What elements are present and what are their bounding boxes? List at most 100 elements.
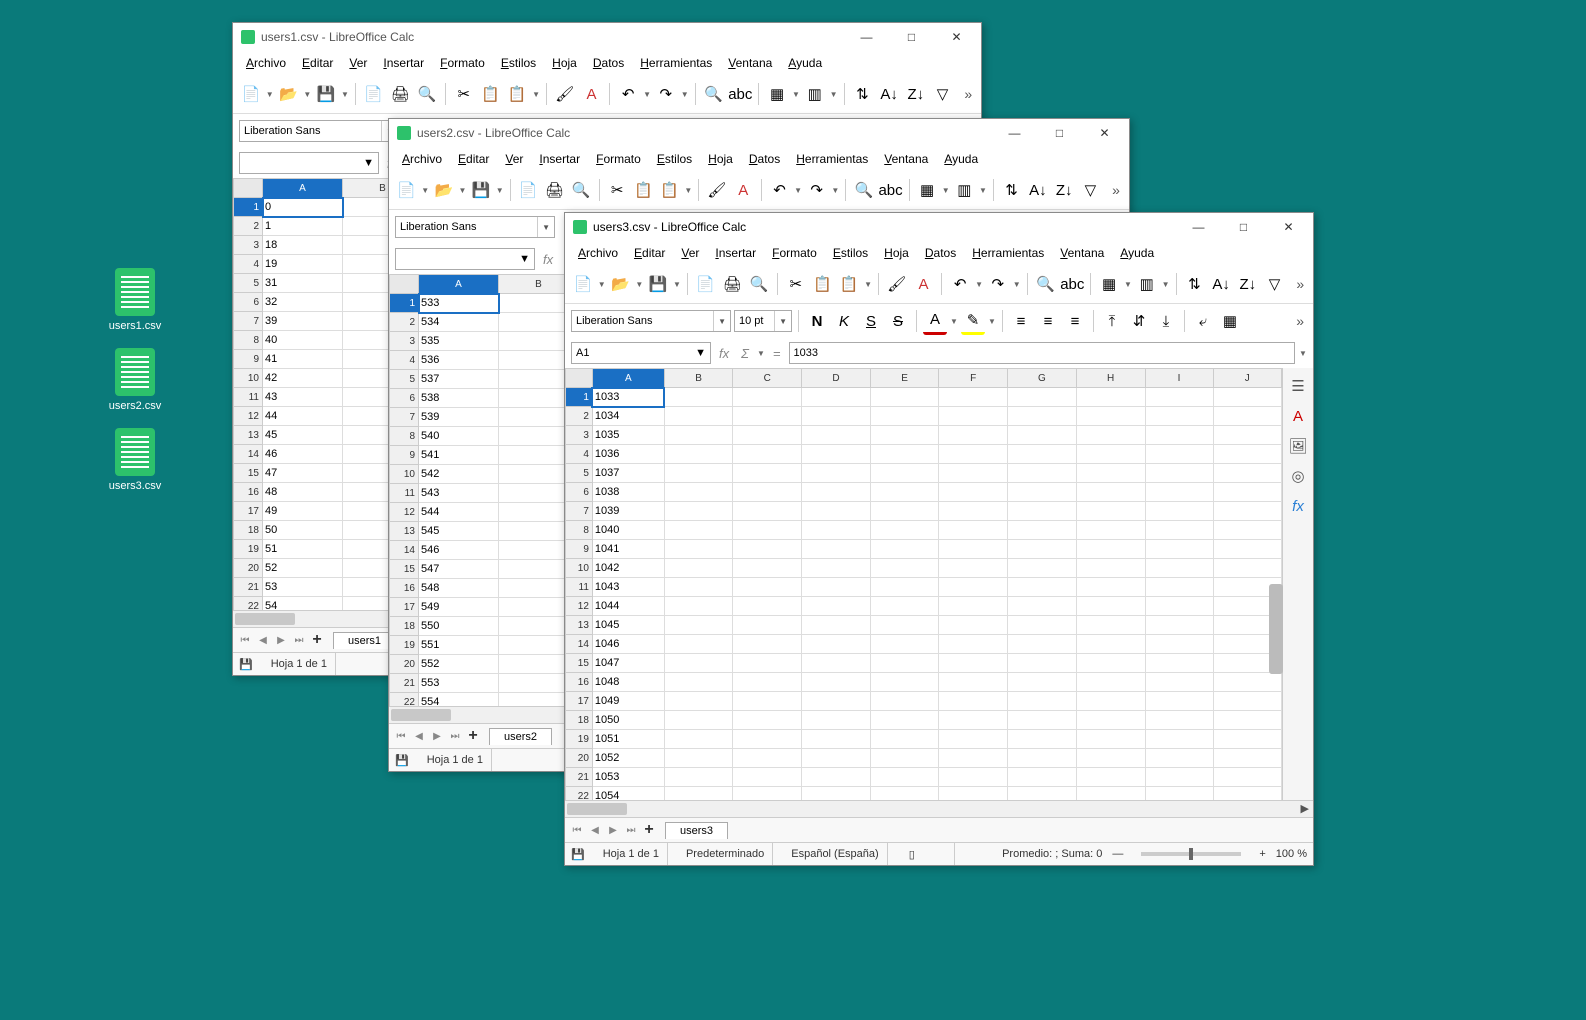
menu-hoja[interactable]: Hoja xyxy=(701,149,740,169)
cell[interactable] xyxy=(1145,616,1213,635)
cell[interactable] xyxy=(664,483,733,502)
cell[interactable] xyxy=(1076,749,1145,768)
cell[interactable]: 1033 xyxy=(592,388,664,407)
menu-datos[interactable]: Datos xyxy=(742,149,787,169)
cell[interactable] xyxy=(1076,597,1145,616)
cell[interactable] xyxy=(1076,730,1145,749)
menu-ayuda[interactable]: Ayuda xyxy=(1113,243,1161,263)
row-header[interactable]: 9 xyxy=(566,540,593,559)
toolbar-overflow[interactable]: » xyxy=(960,86,975,102)
cell[interactable] xyxy=(870,768,939,787)
save-button[interactable]: 💾 xyxy=(469,178,492,202)
cell[interactable] xyxy=(870,616,939,635)
cell[interactable] xyxy=(664,616,733,635)
find-button[interactable]: 🔍 xyxy=(702,82,726,106)
menu-hoja[interactable]: Hoja xyxy=(877,243,916,263)
cell[interactable] xyxy=(664,749,733,768)
row-header[interactable]: 8 xyxy=(234,331,263,350)
row-header[interactable]: 2 xyxy=(390,313,419,332)
cell[interactable] xyxy=(1145,730,1213,749)
cell[interactable] xyxy=(870,673,939,692)
cell[interactable]: 537 xyxy=(419,370,499,389)
font-name-combo[interactable]: Liberation Sans▼ xyxy=(239,120,399,142)
cell[interactable] xyxy=(733,521,802,540)
cell[interactable] xyxy=(1145,426,1213,445)
menu-editar[interactable]: Editar xyxy=(295,53,340,73)
cell[interactable]: 1050 xyxy=(592,711,664,730)
menu-formato[interactable]: Formato xyxy=(765,243,824,263)
filter-button[interactable]: ▽ xyxy=(1079,178,1102,202)
find-button[interactable]: 🔍 xyxy=(852,178,875,202)
cell[interactable] xyxy=(733,559,802,578)
cell[interactable] xyxy=(1076,464,1145,483)
toolbar-overflow[interactable]: » xyxy=(1292,313,1307,329)
cell[interactable] xyxy=(733,787,802,801)
sheet-tab[interactable]: users2 xyxy=(489,728,552,745)
row-header[interactable]: 12 xyxy=(390,503,419,522)
export-pdf-button[interactable]: 📄 xyxy=(362,82,386,106)
menu-herramientas[interactable]: Herramientas xyxy=(633,53,719,73)
toolbar-overflow[interactable]: » xyxy=(1292,276,1307,292)
column-header[interactable]: A xyxy=(592,369,664,388)
sheet-tab[interactable]: users3 xyxy=(665,822,728,839)
cell[interactable] xyxy=(1213,464,1281,483)
row-header[interactable]: 12 xyxy=(234,407,263,426)
save-button[interactable]: 💾 xyxy=(646,272,670,296)
cell[interactable] xyxy=(1145,578,1213,597)
cell[interactable] xyxy=(1145,502,1213,521)
row-header[interactable]: 21 xyxy=(390,674,419,693)
cell[interactable] xyxy=(802,559,871,578)
cell[interactable] xyxy=(939,521,1008,540)
row-header[interactable]: 18 xyxy=(566,711,593,730)
cell[interactable] xyxy=(664,445,733,464)
cell[interactable]: 544 xyxy=(419,503,499,522)
row-header[interactable]: 2 xyxy=(234,217,263,236)
vertical-scrollbar[interactable] xyxy=(1269,584,1283,674)
desktop-file-icon[interactable]: users3.csv xyxy=(100,428,170,492)
menu-archivo[interactable]: Archivo xyxy=(395,149,449,169)
cell[interactable] xyxy=(664,711,733,730)
sort-asc-button[interactable]: A↓ xyxy=(877,82,901,106)
cell[interactable]: 1041 xyxy=(592,540,664,559)
tab-nav-next[interactable]: ▶ xyxy=(605,822,621,838)
row-header[interactable]: 19 xyxy=(390,636,419,655)
tab-nav-first[interactable]: ⏮ xyxy=(393,728,409,744)
name-box[interactable]: ▼ xyxy=(239,152,379,174)
cell[interactable] xyxy=(802,521,871,540)
highlight-button[interactable]: ✎ xyxy=(961,308,985,335)
menu-editar[interactable]: Editar xyxy=(451,149,496,169)
cell[interactable]: 1049 xyxy=(592,692,664,711)
add-sheet-button[interactable]: + xyxy=(309,631,325,649)
row-header[interactable]: 10 xyxy=(234,369,263,388)
cell[interactable]: 552 xyxy=(419,655,499,674)
copy-button[interactable]: 📋 xyxy=(632,178,655,202)
sidebar-gallery-icon[interactable]: 🖼 xyxy=(1288,436,1308,456)
merge-button[interactable]: ▦ xyxy=(1218,309,1242,333)
menu-ventana[interactable]: Ventana xyxy=(721,53,779,73)
column-header[interactable]: G xyxy=(1008,369,1077,388)
cell[interactable] xyxy=(664,559,733,578)
export-pdf-button[interactable]: 📄 xyxy=(694,272,718,296)
cell[interactable]: 31 xyxy=(263,274,343,293)
cell[interactable] xyxy=(939,483,1008,502)
cell[interactable] xyxy=(1008,388,1077,407)
column-button[interactable]: ▥ xyxy=(1135,272,1159,296)
sidebar-functions-icon[interactable]: fx xyxy=(1288,496,1308,516)
cell[interactable]: 1039 xyxy=(592,502,664,521)
column-header[interactable]: F xyxy=(939,369,1008,388)
row-header[interactable]: 17 xyxy=(566,692,593,711)
menu-datos[interactable]: Datos xyxy=(586,53,631,73)
row-header[interactable]: 20 xyxy=(234,559,263,578)
desktop-file-icon[interactable]: users2.csv xyxy=(100,348,170,412)
row-header[interactable]: 5 xyxy=(566,464,593,483)
cell[interactable]: 547 xyxy=(419,560,499,579)
cell[interactable] xyxy=(733,692,802,711)
cell[interactable]: 1054 xyxy=(592,787,664,801)
row-header[interactable]: 5 xyxy=(390,370,419,389)
close-button[interactable]: ✕ xyxy=(934,23,979,51)
tab-nav-next[interactable]: ▶ xyxy=(429,728,445,744)
cell[interactable] xyxy=(1008,540,1077,559)
menu-ayuda[interactable]: Ayuda xyxy=(937,149,985,169)
row-button[interactable]: ▦ xyxy=(916,178,939,202)
sum-icon[interactable]: Σ xyxy=(737,346,753,361)
